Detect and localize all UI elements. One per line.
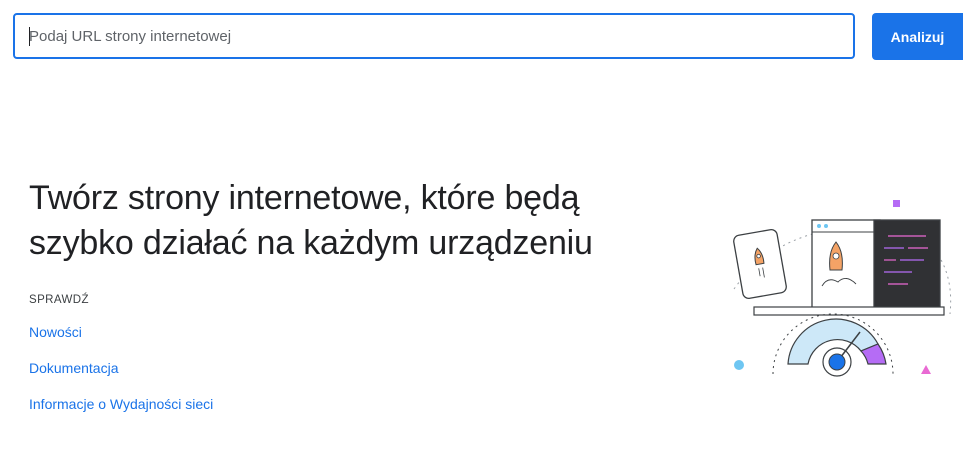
link-web-performance-info[interactable]: Informacje o Wydajności sieci	[29, 396, 213, 412]
url-input[interactable]	[13, 13, 855, 59]
browser-rocket-icon	[811, 219, 881, 309]
phone-rocket-icon	[733, 228, 787, 300]
blue-dot-icon	[734, 360, 744, 370]
link-documentation[interactable]: Dokumentacja	[29, 360, 119, 376]
page: Analizuj Twórz strony internetowe, które…	[0, 0, 963, 467]
check-section-label: SPRAWDŹ	[29, 294, 89, 306]
web-performance-illustration	[733, 200, 952, 377]
code-panel-icon	[873, 219, 941, 313]
pink-triangle-icon	[921, 365, 931, 374]
speed-gauge-icon	[772, 313, 894, 377]
purple-square-icon	[893, 200, 900, 207]
laptop-base	[753, 306, 945, 316]
link-news[interactable]: Nowości	[29, 324, 82, 340]
page-headline: Twórz strony internetowe, które będą szy…	[29, 179, 593, 262]
text-caret	[29, 27, 30, 46]
analyze-button[interactable]: Analizuj	[872, 13, 963, 60]
